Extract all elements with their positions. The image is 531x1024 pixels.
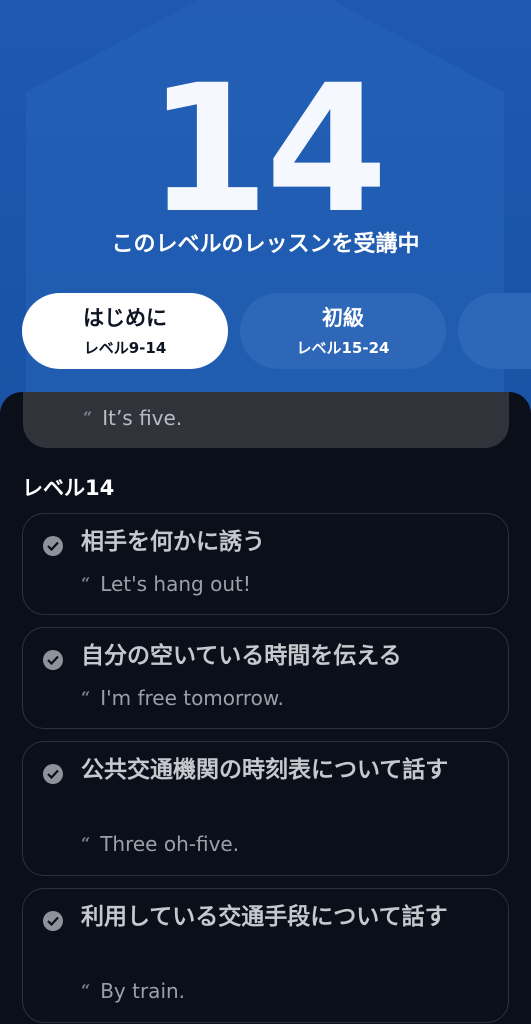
tab-range: レベル15-24 [296, 338, 390, 357]
example-text: Let's hang out! [100, 572, 251, 596]
quote-icon: “ [81, 834, 91, 853]
tab-title: 初級 [322, 305, 364, 330]
quote-icon: “ [81, 981, 91, 1000]
example-text: I'm free tomorrow. [100, 686, 284, 710]
section-heading-level: レベル14 [22, 476, 115, 500]
tab-beginner-intro[interactable]: はじめに レベル9-14 [22, 293, 228, 369]
example-text: Three oh-five. [100, 832, 240, 856]
quote-icon: “ [81, 574, 91, 593]
check-icon [43, 764, 63, 784]
tab-elementary[interactable]: 初級 レベル15-24 [240, 293, 446, 369]
tab-title: はじめに [83, 305, 167, 330]
app-screen: 14 このレベルのレッスンを受講中 はじめに レベル9-14 初級 レベル15-… [0, 0, 531, 1024]
quote-icon: “ [83, 408, 93, 427]
current-level-number: 14 [147, 47, 388, 252]
lesson-example: “ Three oh-five. [81, 832, 239, 856]
lesson-title: 公共交通機関の時刻表について話す [81, 757, 449, 783]
previous-lesson-example: “ It’s five. [83, 406, 182, 430]
lesson-card[interactable]: 公共交通機関の時刻表について話す “ Three oh-five. [22, 741, 509, 876]
example-text: By train. [100, 979, 186, 1003]
lesson-card[interactable]: 利用している交通手段について話す “ By train. [22, 888, 509, 1023]
check-icon [43, 911, 63, 931]
lesson-title: 相手を何かに誘う [81, 529, 265, 555]
tab-range: レベル9-14 [83, 338, 167, 357]
tab-next-partial[interactable]: レ [458, 293, 531, 369]
previous-lesson-card[interactable]: “ It’s five. [23, 392, 509, 448]
lesson-example: “ By train. [81, 979, 185, 1003]
lesson-title: 利用している交通手段について話す [81, 904, 448, 930]
quote-icon: “ [81, 688, 91, 707]
check-icon [43, 536, 63, 556]
lesson-example: “ Let's hang out! [81, 572, 251, 596]
lesson-example: “ I'm free tomorrow. [81, 686, 284, 710]
level-range-tabs: はじめに レベル9-14 初級 レベル15-24 レ [22, 293, 531, 371]
check-icon [43, 650, 63, 670]
lesson-card[interactable]: 自分の空いている時間を伝える “ I'm free tomorrow. [22, 627, 509, 729]
lesson-card[interactable]: 相手を何かに誘う “ Let's hang out! [22, 513, 509, 615]
level-caption: このレベルのレッスンを受講中 [111, 232, 420, 257]
lesson-title: 自分の空いている時間を伝える [81, 643, 402, 669]
example-text: It’s five. [102, 406, 183, 430]
